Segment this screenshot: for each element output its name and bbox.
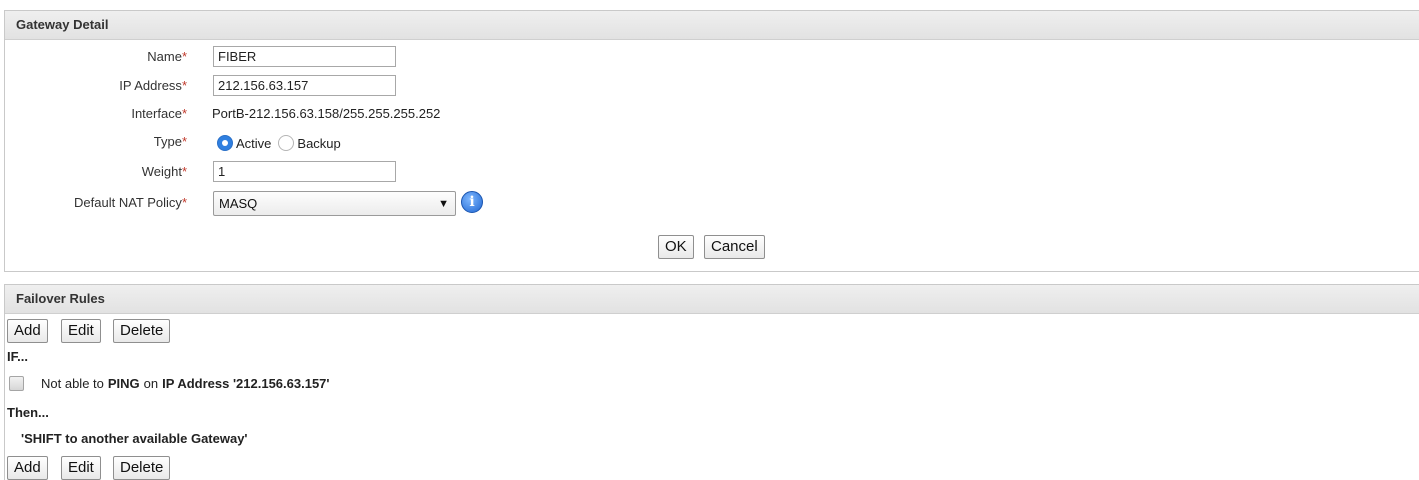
add-button-top[interactable]: Add — [7, 319, 48, 343]
required-marker: * — [181, 106, 187, 121]
name-input[interactable] — [213, 46, 396, 67]
info-icon[interactable]: i — [461, 191, 483, 213]
failover-rules-panel: Failover Rules Add Edit Delete IF... Not… — [4, 284, 1419, 480]
ok-button[interactable]: OK — [658, 235, 694, 259]
required-marker: * — [181, 49, 187, 64]
nat-policy-label: Default NAT Policy* — [5, 192, 187, 214]
nat-policy-label-text: Default NAT Policy — [74, 195, 182, 210]
condition-target: IP Address '212.156.63.157' — [162, 376, 330, 391]
required-marker: * — [181, 78, 187, 93]
gateway-detail-title: Gateway Detail — [5, 11, 1419, 40]
cancel-button[interactable]: Cancel — [704, 235, 765, 259]
edit-button-bottom[interactable]: Edit — [61, 456, 101, 480]
failover-rules-title: Failover Rules — [5, 285, 1419, 314]
type-active-label[interactable]: Active — [236, 136, 271, 151]
required-marker: * — [181, 134, 187, 149]
interface-value: PortB-212.156.63.158/255.255.255.252 — [212, 106, 441, 121]
weight-label-text: Weight — [141, 164, 182, 179]
type-active-radio[interactable] — [217, 135, 233, 151]
weight-input[interactable] — [213, 161, 396, 182]
weight-label: Weight* — [5, 161, 187, 183]
type-label-text: Type — [153, 134, 182, 149]
ip-address-label-text: IP Address — [119, 78, 182, 93]
type-backup-radio[interactable] — [278, 135, 295, 151]
required-marker: * — [181, 195, 187, 210]
failover-condition-row: Not able to PING on IP Address '212.156.… — [9, 376, 330, 391]
interface-label: Interface* — [5, 103, 187, 125]
type-label: Type* — [5, 131, 187, 153]
type-backup-label[interactable]: Backup — [297, 136, 340, 151]
gateway-detail-panel: Gateway Detail Name* IP Address* Interfa… — [4, 10, 1419, 272]
edit-button-top[interactable]: Edit — [61, 319, 101, 343]
delete-button-top[interactable]: Delete — [113, 319, 171, 343]
ip-address-input[interactable] — [213, 75, 396, 96]
if-label: IF... — [7, 349, 28, 364]
nat-policy-select[interactable]: MASQ ▼ — [213, 191, 456, 216]
interface-label-text: Interface — [131, 106, 182, 121]
dropdown-arrow-icon: ▼ — [438, 197, 449, 210]
condition-method: PING — [107, 376, 140, 391]
condition-prefix: Not able to — [41, 376, 104, 391]
ip-address-label: IP Address* — [5, 75, 187, 97]
condition-on: on — [143, 376, 159, 391]
add-button-bottom[interactable]: Add — [7, 456, 48, 480]
failover-action: 'SHIFT to another available Gateway' — [21, 431, 248, 446]
then-label: Then... — [7, 405, 49, 420]
type-radio-group: Active Backup — [217, 132, 345, 154]
name-label-text: Name — [147, 49, 182, 64]
name-label: Name* — [5, 46, 187, 68]
nat-policy-selected-value: MASQ — [219, 196, 258, 211]
condition-checkbox[interactable] — [9, 376, 24, 391]
delete-button-bottom[interactable]: Delete — [113, 456, 171, 480]
required-marker: * — [181, 164, 187, 179]
